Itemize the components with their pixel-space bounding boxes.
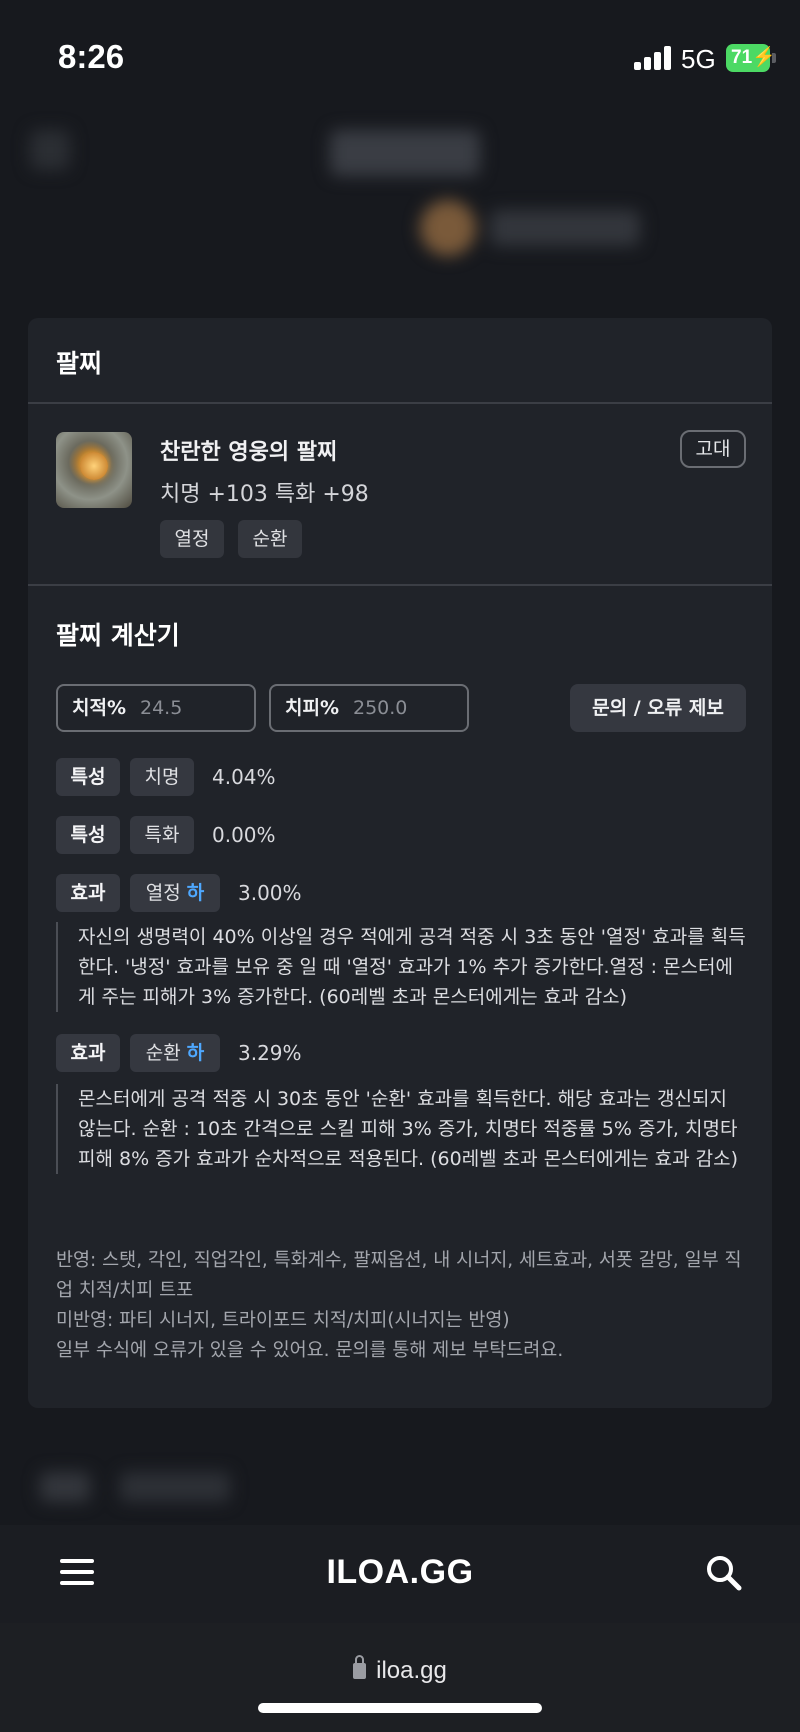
item-tag: 순환 — [238, 520, 302, 558]
row-name-chip: 순환 하 — [130, 1034, 220, 1072]
battery-level: 71 — [731, 47, 753, 68]
grade-badge: 고대 — [680, 430, 746, 468]
row-name-chip: 치명 — [130, 758, 194, 796]
row-type-chip: 효과 — [56, 1034, 120, 1072]
row-percent: 4.04% — [212, 765, 276, 789]
effect-tier: 하 — [186, 882, 205, 904]
crit-damage-field[interactable]: 치피% 250.0 — [269, 684, 469, 732]
bottom-nav-bar: ILOA.GG — [0, 1525, 800, 1623]
effect-tier: 하 — [186, 1042, 205, 1064]
row-type-chip: 특성 — [56, 758, 120, 796]
crit-rate-label: 치적% — [72, 697, 126, 719]
effect-description: 자신의 생명력이 40% 이상일 경우 적에게 공격 적중 시 3초 동안 '열… — [56, 922, 746, 1012]
url-display[interactable]: iloa.gg — [0, 1655, 800, 1685]
effect-name: 열정 — [145, 882, 181, 904]
status-bar: 8:26 5G 71⚡ — [0, 0, 800, 110]
browser-address-bar[interactable]: iloa.gg — [0, 1623, 800, 1732]
battery-icon: 71⚡ — [726, 44, 776, 72]
crit-rate-value: 24.5 — [140, 697, 183, 719]
bracelet-item-icon — [56, 432, 132, 508]
calculator-title: 팔찌 계산기 — [56, 621, 180, 650]
row-name-chip: 열정 하 — [130, 874, 220, 912]
card-title: 팔찌 — [56, 349, 103, 378]
crit-rate-field[interactable]: 치적% 24.5 — [56, 684, 256, 732]
crit-damage-value: 250.0 — [353, 697, 408, 719]
row-percent: 3.00% — [238, 881, 302, 905]
battery-tip — [772, 53, 776, 63]
site-logo[interactable]: ILOA.GG — [0, 1553, 800, 1592]
crit-damage-label: 치피% — [285, 697, 339, 719]
note-line: 미반영: 파티 시너지, 트라이포드 치적/치피(시너지는 반영) — [56, 1310, 510, 1331]
item-tag: 열정 — [160, 520, 224, 558]
home-indicator[interactable] — [258, 1703, 542, 1713]
status-time: 8:26 — [58, 38, 125, 75]
signal-strength-icon — [634, 46, 672, 70]
row-name-chip: 특화 — [130, 816, 194, 854]
effect-name: 순환 — [145, 1042, 181, 1064]
divider — [28, 402, 772, 404]
item-stats: 치명 +103 특화 +98 — [160, 482, 369, 507]
divider — [28, 584, 772, 586]
note-line: 일부 수식에 오류가 있을 수 있어요. 문의를 통해 제보 부탁드려요. — [56, 1340, 564, 1361]
lock-icon — [353, 1655, 367, 1679]
bracelet-card: 팔찌 찬란한 영웅의 팔찌 치명 +103 특화 +98 고대 열정 순환 팔찌… — [28, 318, 772, 1408]
calculator-notes: 반영: 스탯, 각인, 직업각인, 특화계수, 팔찌옵션, 내 시너지, 세트효… — [56, 1246, 756, 1366]
row-type-chip: 특성 — [56, 816, 120, 854]
item-name: 찬란한 영웅의 팔찌 — [160, 440, 338, 465]
search-icon[interactable] — [704, 1553, 744, 1593]
blurred-header — [0, 110, 800, 320]
report-button[interactable]: 문의 / 오류 제보 — [570, 684, 746, 732]
note-line: 반영: 스탯, 각인, 직업각인, 특화계수, 팔찌옵션, 내 시너지, 세트효… — [56, 1250, 742, 1301]
row-percent: 0.00% — [212, 823, 276, 847]
url-text: iloa.gg — [376, 1657, 447, 1684]
row-percent: 3.29% — [238, 1041, 302, 1065]
blurred-content — [0, 1460, 800, 1520]
row-type-chip: 효과 — [56, 874, 120, 912]
network-type: 5G — [681, 44, 716, 74]
effect-description: 몬스터에게 공격 적중 시 30초 동안 '순환' 효과를 획득한다. 해당 효… — [56, 1084, 746, 1174]
